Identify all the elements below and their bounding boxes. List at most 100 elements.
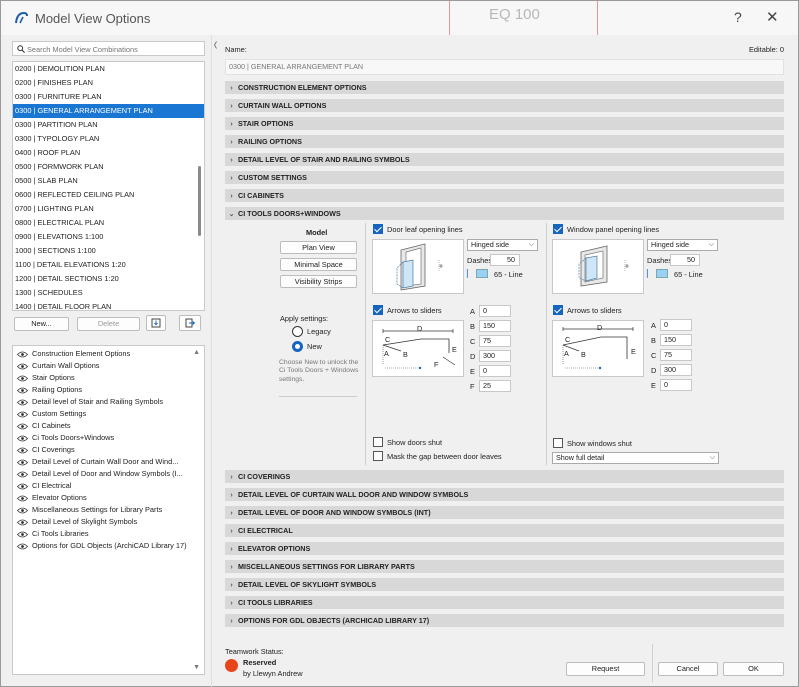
section-header[interactable]: › CI TOOLS LIBRARIES [225, 596, 784, 609]
collapse-grip-icon[interactable] [214, 41, 217, 49]
plan-view-button[interactable]: Plan View [280, 241, 357, 254]
export-button[interactable] [179, 315, 201, 331]
combination-item[interactable]: 0300 | FURNITURE PLAN [13, 90, 204, 104]
show-doors-shut-checkbox[interactable] [373, 437, 383, 447]
option-item[interactable]: Curtain Wall Options [13, 360, 204, 372]
option-item[interactable]: Options for GDL Objects (ArchiCAD Librar… [13, 540, 204, 552]
section-header[interactable]: › MISCELLANEOUS SETTINGS FOR LIBRARY PART… [225, 560, 784, 573]
window-arrows-checkbox[interactable] [553, 305, 563, 315]
ok-button[interactable]: OK [723, 662, 784, 676]
option-item[interactable]: CI Cabinets [13, 420, 204, 432]
import-button[interactable] [146, 315, 166, 331]
combination-item[interactable]: 0900 | ELEVATIONS 1:100 [13, 230, 204, 244]
param-field[interactable]: 150 [479, 320, 511, 332]
door-hinge-select[interactable]: Hinged side ⌵ [467, 239, 538, 251]
search-input[interactable] [27, 43, 201, 55]
section-header[interactable]: › DETAIL LEVEL OF DOOR AND WINDOW SYMBOLS… [225, 506, 784, 519]
eye-icon[interactable] [17, 483, 28, 490]
eye-icon[interactable] [17, 471, 28, 478]
section-header[interactable]: › CI ELECTRICAL [225, 524, 784, 537]
scroll-down-icon[interactable]: ▼ [193, 664, 200, 671]
param-field[interactable]: 0 [479, 365, 511, 377]
close-button[interactable]: ✕ [766, 8, 779, 26]
window-opening-lines-checkbox[interactable] [553, 224, 563, 234]
combination-item[interactable]: 1200 | DETAIL SECTIONS 1:20 [13, 272, 204, 286]
section-header[interactable]: › RAILING OPTIONS [225, 135, 784, 148]
combination-item[interactable]: 1000 | SECTIONS 1:100 [13, 244, 204, 258]
door-dashes-field[interactable]: 50 [490, 254, 520, 266]
option-item[interactable]: Construction Element Options [13, 348, 204, 360]
option-item[interactable]: Detail Level of Door and Window Symbols … [13, 468, 204, 480]
mask-gap-checkbox[interactable] [373, 451, 383, 461]
section-header[interactable]: › ELEVATOR OPTIONS [225, 542, 784, 555]
option-item[interactable]: Detail level of Stair and Railing Symbol… [13, 396, 204, 408]
section-header[interactable]: › OPTIONS FOR GDL OBJECTS (ARCHICAD LIBRA… [225, 614, 784, 627]
window-line-swatch[interactable] [656, 269, 668, 278]
section-header[interactable]: › CI COVERINGS [225, 470, 784, 483]
section-header[interactable]: › DETAIL LEVEL OF STAIR AND RAILING SYMBO… [225, 153, 784, 166]
eye-icon[interactable] [17, 399, 28, 406]
eye-icon[interactable] [17, 375, 28, 382]
search-box[interactable] [12, 41, 205, 56]
section-ci-tools-doors-windows[interactable]: ⌄ CI TOOLS DOORS+WINDOWS [225, 207, 784, 220]
help-button[interactable]: ? [734, 9, 742, 25]
minimal-space-button[interactable]: Minimal Space [280, 258, 357, 271]
options-visibility-list[interactable]: Construction Element Options Curtain Wall… [12, 345, 205, 675]
new-radio[interactable] [292, 341, 303, 352]
eye-icon[interactable] [17, 447, 28, 454]
name-field[interactable]: 0300 | GENERAL ARRANGEMENT PLAN [225, 59, 784, 75]
door-arrows-checkbox[interactable] [373, 305, 383, 315]
param-field[interactable]: 0 [479, 305, 511, 317]
combination-item[interactable]: 1300 | SCHEDULES [13, 286, 204, 300]
window-dashes-field[interactable]: 50 [670, 254, 700, 266]
section-header[interactable]: › DETAIL LEVEL OF CURTAIN WALL DOOR AND W… [225, 488, 784, 501]
model-view-combination-list[interactable]: 0200 | DEMOLITION PLAN 0200 | FINISHES PL… [12, 61, 205, 311]
param-field[interactable]: 0 [660, 319, 692, 331]
param-field[interactable]: 150 [660, 334, 692, 346]
eye-icon[interactable] [17, 387, 28, 394]
door-line-swatch[interactable] [476, 269, 488, 278]
section-header[interactable]: › CURTAIN WALL OPTIONS [225, 99, 784, 112]
eye-icon[interactable] [17, 435, 28, 442]
combination-item[interactable]: 0300 | TYPOLOGY PLAN [13, 132, 204, 146]
eye-icon[interactable] [17, 459, 28, 466]
param-field[interactable]: 25 [479, 380, 511, 392]
combination-item[interactable]: 0300 | PARTITION PLAN [13, 118, 204, 132]
eye-icon[interactable] [17, 423, 28, 430]
param-field[interactable]: 0 [660, 379, 692, 391]
combination-item[interactable]: 0800 | ELECTRICAL PLAN [13, 216, 204, 230]
option-item[interactable]: CI Coverings [13, 444, 204, 456]
visibility-strips-button[interactable]: Visibility Strips [280, 275, 357, 288]
eye-icon[interactable] [17, 531, 28, 538]
door-opening-lines-checkbox[interactable] [373, 224, 383, 234]
param-field[interactable]: 75 [479, 335, 511, 347]
combination-item[interactable]: 0300 | GENERAL ARRANGEMENT PLAN [13, 104, 204, 118]
show-windows-shut-checkbox[interactable] [553, 438, 563, 448]
option-item[interactable]: Railing Options [13, 384, 204, 396]
combination-item[interactable]: 0500 | SLAB PLAN [13, 174, 204, 188]
combination-item[interactable]: 0700 | LIGHTING PLAN [13, 202, 204, 216]
option-item[interactable]: Miscellaneous Settings for Library Parts [13, 504, 204, 516]
option-item[interactable]: Ci Tools Libraries [13, 528, 204, 540]
eye-icon[interactable] [17, 507, 28, 514]
section-header[interactable]: › STAIR OPTIONS [225, 117, 784, 130]
combination-item[interactable]: 0200 | DEMOLITION PLAN [13, 62, 204, 76]
eye-icon[interactable] [17, 519, 28, 526]
option-item[interactable]: Ci Tools Doors+Windows [13, 432, 204, 444]
section-header[interactable]: › CUSTOM SETTINGS [225, 171, 784, 184]
param-field[interactable]: 75 [660, 349, 692, 361]
option-item[interactable]: Custom Settings [13, 408, 204, 420]
delete-button[interactable]: Delete [77, 317, 140, 331]
legacy-radio[interactable] [292, 326, 303, 337]
param-field[interactable]: 300 [660, 364, 692, 376]
window-hinge-select[interactable]: Hinged side ⌵ [647, 239, 718, 251]
param-field[interactable]: 300 [479, 350, 511, 362]
combination-item[interactable]: 0600 | REFLECTED CEILING PLAN [13, 188, 204, 202]
eye-icon[interactable] [17, 363, 28, 370]
option-item[interactable]: Stair Options [13, 372, 204, 384]
scroll-up-icon[interactable]: ▲ [193, 349, 200, 356]
combination-item[interactable]: 1100 | DETAIL ELEVATIONS 1:20 [13, 258, 204, 272]
section-header[interactable]: › DETAIL LEVEL OF SKYLIGHT SYMBOLS [225, 578, 784, 591]
option-item[interactable]: Detail Level of Curtain Wall Door and Wi… [13, 456, 204, 468]
eye-icon[interactable] [17, 351, 28, 358]
